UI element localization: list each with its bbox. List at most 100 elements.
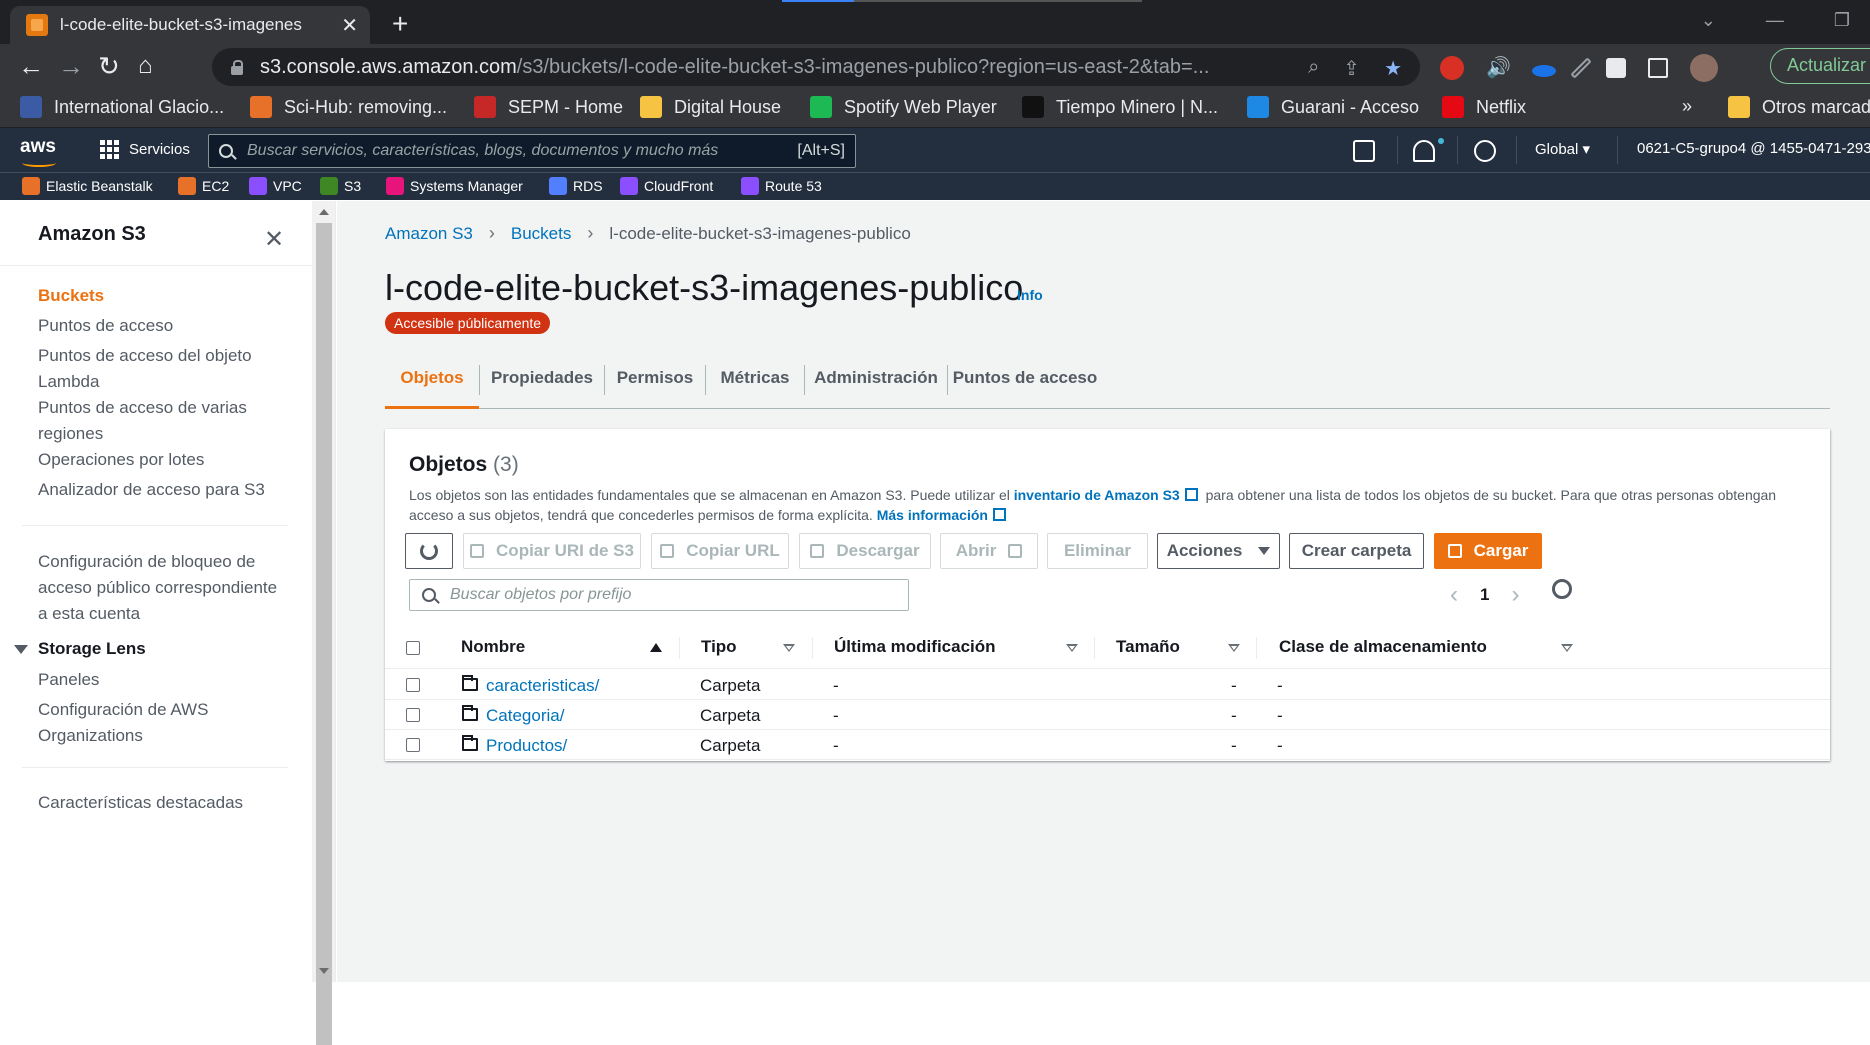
refresh-button[interactable] [405, 533, 453, 569]
bookmark-item[interactable]: Guarani - Acceso [1247, 96, 1419, 118]
restore-icon[interactable]: ❐ [1834, 10, 1850, 31]
services-menu[interactable]: Servicios [100, 140, 190, 159]
column-header-nombre[interactable]: Nombre [461, 637, 525, 657]
volume-icon[interactable]: 🔊 [1486, 56, 1511, 80]
tab-close-icon[interactable]: ✕ [341, 13, 358, 38]
minimize-icon[interactable]: — [1766, 10, 1784, 31]
column-header-clase-almacenamiento[interactable]: Clase de almacenamiento [1279, 637, 1487, 657]
forward-arrow-icon[interactable]: → [58, 52, 84, 80]
column-header-tipo[interactable]: Tipo [701, 637, 737, 657]
select-all-checkbox[interactable] [406, 641, 420, 655]
object-name-link[interactable]: Productos/ [486, 736, 567, 756]
puzzle-icon[interactable] [1606, 58, 1626, 78]
bookmark-item[interactable]: Netflix [1442, 96, 1526, 118]
breadcrumb-amazon-s3[interactable]: Amazon S3 [385, 224, 473, 244]
row-checkbox[interactable] [406, 708, 420, 722]
tab-objetos[interactable]: Objetos [385, 353, 479, 409]
open-button[interactable]: Abrir [940, 533, 1038, 569]
breadcrumb-buckets[interactable]: Buckets [511, 224, 571, 244]
page-number[interactable]: 1 [1480, 585, 1489, 605]
row-checkbox[interactable] [406, 678, 420, 692]
favorite-service[interactable]: Elastic Beanstalk [22, 177, 153, 195]
scrollbar-thumb[interactable] [316, 223, 332, 1045]
bookmark-item[interactable]: SEPM - Home [474, 96, 623, 118]
chevron-right-icon[interactable]: › [1511, 581, 1519, 609]
sidebar-item-featured[interactable]: Características destacadas [38, 790, 268, 816]
cloudshell-icon[interactable] [1353, 140, 1375, 162]
region-selector[interactable]: Global ▾ [1535, 140, 1590, 158]
adblock-extension-icon[interactable] [1440, 56, 1464, 80]
table-row[interactable]: caracteristicas/Carpeta - - - [385, 670, 1830, 700]
lock-icon[interactable] [230, 59, 244, 75]
bookmark-item[interactable]: Spotify Web Player [810, 96, 997, 118]
other-bookmarks-folder[interactable]: Otros marcad [1728, 96, 1870, 118]
info-link[interactable]: Info [1017, 287, 1043, 303]
sort-ascending-icon[interactable] [650, 643, 662, 652]
row-checkbox[interactable] [406, 738, 420, 752]
sidebar-item-batch-operations[interactable]: Operaciones por lotes [38, 447, 268, 473]
favorite-service[interactable]: Route 53 [741, 177, 822, 195]
tab-propiedades[interactable]: Propiedades [480, 353, 604, 409]
tab-puntos-de-acceso[interactable]: Puntos de acceso [948, 353, 1102, 409]
actions-dropdown[interactable]: Acciones [1157, 533, 1280, 569]
copy-s3-uri-button[interactable]: Copiar URI de S3 [463, 533, 641, 569]
bookmark-item[interactable]: Sci-Hub: removing... [250, 96, 447, 118]
sidebar-scrollbar[interactable] [312, 201, 336, 1045]
share-icon[interactable]: ⇪ [1343, 56, 1360, 81]
sort-icon[interactable] [1561, 644, 1573, 652]
favorite-service[interactable]: S3 [320, 177, 361, 195]
tab-metricas[interactable]: Métricas [706, 353, 804, 409]
sidebar-item-access-points[interactable]: Puntos de acceso [38, 313, 268, 339]
account-menu[interactable]: 0621-C5-grupo4 @ 1455-0471-293 [1637, 140, 1870, 157]
help-icon[interactable] [1474, 140, 1496, 162]
aws-logo[interactable]: aws [20, 136, 56, 167]
bookmark-star-icon[interactable]: ★ [1384, 56, 1402, 81]
chevron-left-icon[interactable]: ‹ [1450, 581, 1458, 609]
bookmark-item[interactable]: International Glacio... [20, 96, 224, 118]
sidebar-item-block-public-access[interactable]: Configuración de bloqueo de acceso públi… [38, 549, 278, 627]
close-icon[interactable]: ✕ [264, 225, 284, 254]
favorite-service[interactable]: Systems Manager [386, 177, 523, 195]
sidebar-item-multi-region-access-points[interactable]: Puntos de acceso de varias regiones [38, 395, 268, 447]
more-bookmarks-button[interactable]: » [1682, 96, 1692, 117]
address-bar[interactable]: s3.console.aws.amazon.com/s3/buckets/l-c… [212, 48, 1420, 86]
pen-extension-icon[interactable] [1570, 57, 1592, 79]
sidebar-item-access-analyzer[interactable]: Analizador de acceso para S3 [38, 477, 268, 503]
bookmark-item[interactable]: Tiempo Minero | N... [1022, 96, 1218, 118]
column-header-ultima-modificacion[interactable]: Última modificación [834, 637, 996, 657]
sidebar-item-organizations[interactable]: Configuración de AWS Organizations [38, 697, 268, 749]
create-folder-button[interactable]: Crear carpeta [1289, 533, 1424, 569]
download-button[interactable]: Descargar [799, 533, 931, 569]
object-search[interactable] [409, 579, 909, 611]
reload-icon[interactable]: ↻ [98, 52, 120, 80]
inventory-link[interactable]: inventario de Amazon S3 [1014, 487, 1180, 503]
object-search-input[interactable] [450, 586, 890, 604]
side-panel-icon[interactable] [1648, 58, 1668, 78]
sidebar-item-lambda-access-points[interactable]: Puntos de acceso del objeto Lambda [38, 343, 268, 395]
aws-search-input[interactable]: Buscar servicios, características, blogs… [208, 134, 856, 168]
storage-lens-section[interactable]: Storage Lens [14, 639, 146, 659]
scroll-up-icon[interactable] [319, 209, 329, 215]
sidebar-item-buckets[interactable]: Buckets [38, 283, 268, 309]
back-arrow-icon[interactable]: ← [18, 52, 44, 80]
table-row[interactable]: Productos/Carpeta - - - [385, 730, 1830, 760]
home-icon[interactable]: ⌂ [138, 52, 153, 80]
tab-permisos[interactable]: Permisos [605, 353, 705, 409]
profile-avatar[interactable] [1690, 54, 1718, 82]
update-button[interactable]: Actualizar [1770, 48, 1870, 84]
chevron-down-icon[interactable]: ⌄ [1701, 10, 1716, 31]
gear-icon[interactable] [1552, 579, 1572, 599]
scroll-down-icon[interactable] [319, 968, 329, 974]
delete-button[interactable]: Eliminar [1047, 533, 1148, 569]
eye-extension-icon[interactable] [1532, 65, 1556, 77]
copy-url-button[interactable]: Copiar URL [651, 533, 789, 569]
url-text[interactable]: s3.console.aws.amazon.com/s3/buckets/l-c… [260, 56, 1280, 79]
favorite-service[interactable]: CloudFront [620, 177, 713, 195]
tab-administracion[interactable]: Administración [805, 353, 947, 409]
bookmark-item[interactable]: Digital House [640, 96, 781, 118]
favorite-service[interactable]: RDS [549, 177, 603, 195]
column-header-tamano[interactable]: Tamaño [1116, 637, 1180, 657]
sort-icon[interactable] [1228, 644, 1240, 652]
bell-icon[interactable] [1413, 140, 1435, 162]
object-name-link[interactable]: Categoria/ [486, 706, 564, 726]
